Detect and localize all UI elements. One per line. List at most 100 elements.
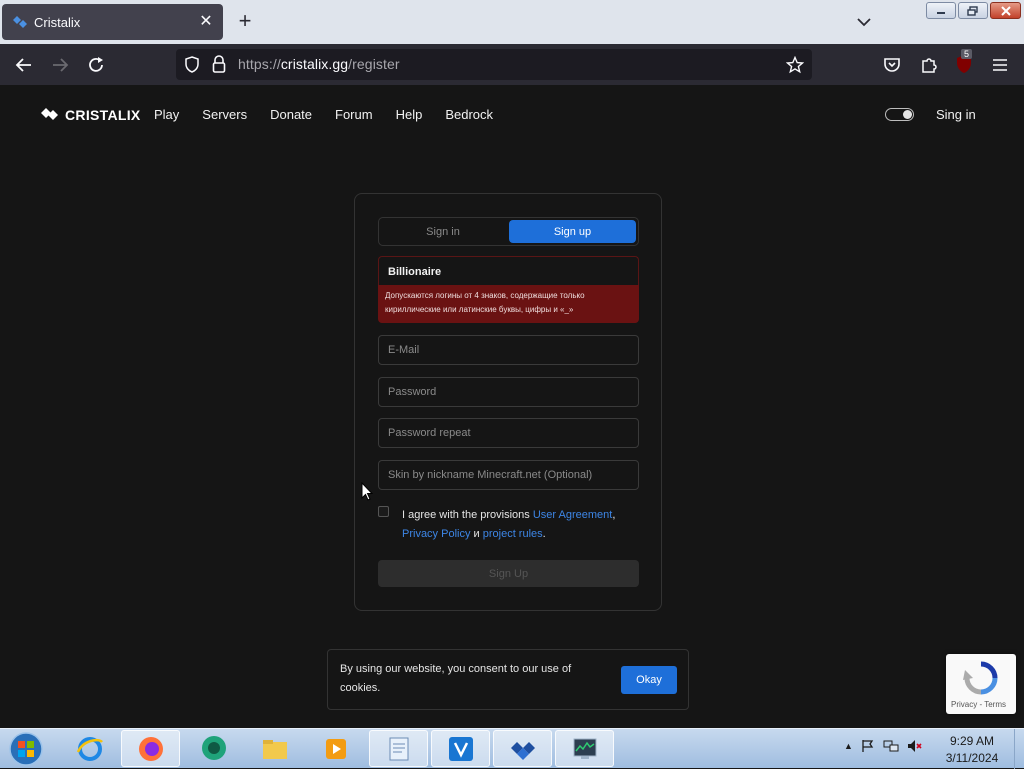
bookmark-star-icon[interactable] (786, 56, 804, 74)
chat-app-icon (201, 735, 226, 760)
agree-checkbox[interactable] (378, 506, 389, 517)
taskbar-vector-app[interactable] (431, 730, 490, 767)
taskbar-firefox[interactable] (121, 730, 180, 767)
logo-diamond-icon (41, 108, 58, 120)
recaptcha-links: Privacy - Terms (951, 700, 1006, 709)
reload-icon[interactable] (85, 54, 107, 76)
nav-play[interactable]: Play (154, 107, 179, 122)
cookie-text: By using our website, you consent to our… (340, 663, 572, 694)
task-manager-icon (573, 738, 596, 759)
agree-and: и (470, 528, 483, 540)
agree-period: . (542, 528, 546, 540)
action-center-flag-icon[interactable] (861, 739, 875, 753)
extension-badge: 5 (961, 49, 973, 59)
theme-toggle[interactable] (885, 108, 914, 121)
agree-prefix: I agree with the provisions (402, 509, 533, 521)
recaptcha-privacy-link[interactable]: Privacy (951, 700, 977, 709)
show-desktop-button[interactable] (1014, 729, 1024, 769)
logo-text: CRISTALIX (65, 107, 141, 123)
close-tab-icon[interactable]: ✕ (197, 13, 215, 31)
taskbar-media-player[interactable] (306, 730, 365, 767)
recaptcha-badge[interactable]: Privacy - Terms (946, 654, 1016, 714)
auth-tabs: Sign in Sign up (378, 217, 639, 246)
lock-icon[interactable] (212, 55, 226, 73)
taskbar-clock[interactable]: 9:29 AM 3/11/2024 (940, 733, 1004, 767)
cristalix-favicon-icon (13, 16, 27, 28)
folder-icon (262, 739, 287, 759)
taskbar-cristalix-launcher[interactable] (493, 730, 552, 767)
privacy-policy-link[interactable]: Privacy Policy (402, 528, 470, 540)
cookie-banner: By using our website, you consent to our… (327, 649, 689, 710)
url-host: cristalix.gg (280, 56, 349, 72)
cookie-okay-button[interactable]: Okay (621, 666, 677, 694)
taskbar-internet-explorer[interactable] (60, 730, 119, 767)
minimize-button[interactable] (926, 2, 956, 19)
taskbar-file-explorer[interactable] (245, 730, 304, 767)
hamburger-menu-icon[interactable] (989, 54, 1011, 76)
windows-start-icon[interactable] (6, 731, 46, 767)
password-field[interactable]: Password (378, 377, 639, 407)
network-icon[interactable] (883, 739, 899, 753)
chevron-down-icon[interactable] (854, 12, 874, 32)
address-bar[interactable]: https://cristalix.gg/register (176, 49, 812, 80)
browser-tab-strip: Cristalix ✕ + (0, 0, 1024, 44)
browser-tab[interactable]: Cristalix ✕ (2, 4, 223, 40)
tab-sign-up[interactable]: Sign up (509, 220, 636, 243)
project-rules-link[interactable]: project rules (483, 528, 543, 540)
notepad-icon (389, 737, 408, 760)
taskbar-chat-app[interactable] (184, 730, 243, 767)
extensions-puzzle-icon[interactable] (918, 54, 940, 76)
agreement-text: I agree with the provisions User Agreeme… (402, 506, 642, 544)
close-window-button[interactable] (990, 2, 1021, 19)
windows-taskbar: ▲ 9:29 AM 3/11/2024 (0, 728, 1024, 769)
email-field[interactable]: E-Mail (378, 335, 639, 365)
url-path: /register (348, 56, 400, 72)
tab-title: Cristalix (34, 14, 81, 30)
volume-muted-icon[interactable] (907, 739, 923, 753)
minimize-icon (937, 11, 945, 14)
cristalix-logo[interactable]: CRISTALIX (41, 107, 141, 123)
restore-icon (967, 5, 978, 16)
taskbar-task-manager[interactable] (555, 730, 614, 767)
nav-donate[interactable]: Donate (270, 107, 312, 122)
header-signin-link[interactable]: Sing in (936, 107, 976, 122)
url-protocol: https:// (238, 56, 281, 72)
agree-comma: , (612, 509, 616, 521)
nav-servers[interactable]: Servers (202, 107, 247, 122)
system-tray: ▲ (844, 739, 923, 753)
shield-icon[interactable] (184, 56, 200, 73)
nav-help[interactable]: Help (396, 107, 423, 122)
media-player-icon (325, 738, 346, 759)
forward-arrow-icon[interactable] (49, 54, 71, 76)
url-text[interactable]: https://cristalix.gg/register (238, 56, 400, 72)
vector-app-icon (448, 736, 473, 761)
page-content: CRISTALIX Play Servers Donate Forum Help… (0, 85, 1024, 728)
toggle-knob (903, 110, 912, 119)
cristalix-launcher-icon (510, 741, 535, 760)
ublock-extension-button[interactable]: 5 (955, 49, 975, 76)
recaptcha-icon (963, 661, 998, 695)
nav-forum[interactable]: Forum (335, 107, 373, 122)
skin-nickname-field[interactable]: Skin by nickname Minecraft.net (Optional… (378, 460, 639, 490)
main-nav: Play Servers Donate Forum Help Bedrock (154, 107, 493, 122)
firefox-icon (138, 736, 163, 761)
recaptcha-terms-link[interactable]: Terms (984, 700, 1006, 709)
tab-sign-in[interactable]: Sign in (379, 218, 507, 245)
clock-time: 9:29 AM (949, 734, 995, 748)
new-tab-button[interactable]: + (234, 10, 256, 32)
taskbar-notepad[interactable] (369, 730, 428, 767)
clock-date: 3/11/2024 (945, 751, 999, 765)
pocket-icon[interactable] (881, 54, 903, 76)
restore-button[interactable] (958, 2, 988, 19)
user-agreement-link[interactable]: User Agreement (533, 509, 612, 521)
password-repeat-field[interactable]: Password repeat (378, 418, 639, 448)
sign-up-button[interactable]: Sign Up (378, 560, 639, 587)
register-form-card: Sign in Sign up Billionaire Допускаются … (354, 193, 662, 611)
login-field[interactable]: Billionaire (378, 256, 639, 286)
browser-toolbar: https://cristalix.gg/register 5 (0, 44, 1024, 85)
nav-bedrock[interactable]: Bedrock (445, 107, 493, 122)
window-controls (926, 2, 1021, 19)
close-icon (1000, 5, 1011, 16)
show-hidden-icons-icon[interactable]: ▲ (844, 741, 853, 751)
back-arrow-icon[interactable] (13, 54, 35, 76)
